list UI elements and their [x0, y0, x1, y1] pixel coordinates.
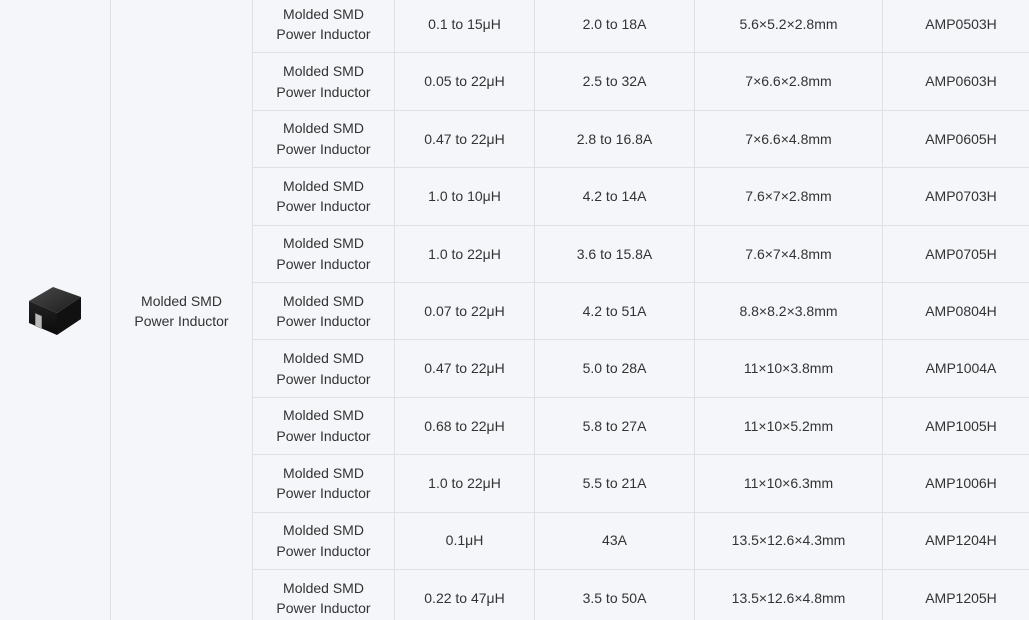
type-line1: Molded SMD — [283, 5, 364, 22]
type-line2: Power Inductor — [276, 485, 371, 502]
part-number-cell: AMP1006H — [882, 454, 1029, 513]
inductance-cell: 1.0 to 22μH — [394, 454, 535, 513]
type-cell: Molded SMD Power Inductor — [252, 454, 395, 513]
type-line1: Molded SMD — [283, 292, 364, 309]
part-number-cell: AMP1005H — [882, 396, 1029, 456]
type-line2: Power Inductor — [276, 255, 371, 272]
size-cell: 13.5×12.6×4.8mm — [694, 568, 883, 620]
size-cell: 7.6×7×4.8mm — [694, 224, 883, 283]
current-cell: 3.5 to 50A — [534, 568, 695, 620]
type-line2: Power Inductor — [276, 427, 371, 444]
current-cell: 3.6 to 15.8A — [534, 224, 695, 283]
part-number-cell: AMP0705H — [882, 224, 1029, 283]
size-cell: 11×10×5.2mm — [694, 396, 883, 456]
type-line2: Power Inductor — [276, 542, 371, 559]
inductance-cell: 0.07 to 22μH — [394, 281, 535, 341]
type-line2: Power Inductor — [276, 83, 371, 100]
part-number-cell: AMP1205H — [882, 568, 1029, 620]
category-label-line2: Power Inductor — [134, 313, 229, 330]
type-line2: Power Inductor — [276, 600, 371, 617]
type-line1: Molded SMD — [283, 579, 364, 596]
type-cell: Molded SMD Power Inductor — [252, 224, 395, 283]
type-line1: Molded SMD — [283, 350, 364, 367]
type-cell: Molded SMD Power Inductor — [252, 511, 395, 570]
type-line1: Molded SMD — [283, 177, 364, 194]
inductance-cell: 1.0 to 22μH — [394, 224, 535, 283]
inductance-cell: 1.0 to 10μH — [394, 167, 535, 226]
part-number-cell: AMP1004A — [882, 339, 1029, 398]
current-cell: 2.0 to 18A — [534, 0, 695, 54]
spec-table-body: Molded SMD Power Inductor Molded SMD Powe… — [0, 0, 1029, 620]
size-cell: 13.5×12.6×4.3mm — [694, 511, 883, 570]
part-number-cell: AMP0603H — [882, 52, 1029, 111]
size-cell: 7×6.6×2.8mm — [694, 52, 883, 111]
category-cell: Molded SMD Power Inductor — [110, 0, 253, 620]
inductance-cell: 0.47 to 22μH — [394, 109, 535, 169]
part-number-cell: AMP0804H — [882, 281, 1029, 341]
current-cell: 4.2 to 14A — [534, 167, 695, 226]
type-line1: Molded SMD — [283, 522, 364, 539]
type-line1: Molded SMD — [283, 464, 364, 481]
molded-smd-inductor-image — [29, 287, 81, 336]
inductance-cell: 0.68 to 22μH — [394, 396, 535, 456]
inductance-cell: 0.1 to 15μH — [394, 0, 535, 54]
size-cell: 11×10×6.3mm — [694, 454, 883, 513]
part-number-cell: AMP0703H — [882, 167, 1029, 226]
size-cell: 11×10×3.8mm — [694, 339, 883, 398]
current-cell: 2.8 to 16.8A — [534, 109, 695, 169]
inductance-cell: 0.1μH — [394, 511, 535, 570]
size-cell: 5.6×5.2×2.8mm — [694, 0, 883, 54]
inductance-cell: 0.05 to 22μH — [394, 52, 535, 111]
type-cell: Molded SMD Power Inductor — [252, 109, 395, 169]
current-cell: 2.5 to 32A — [534, 52, 695, 111]
part-number-cell: AMP0503H — [882, 0, 1029, 54]
type-cell: Molded SMD Power Inductor — [252, 339, 395, 398]
table-row: Molded SMD Power Inductor Molded SMD Powe… — [0, 0, 1029, 620]
type-line2: Power Inductor — [276, 313, 371, 330]
type-line1: Molded SMD — [283, 120, 364, 137]
type-line2: Power Inductor — [276, 198, 371, 215]
type-line1: Molded SMD — [283, 63, 364, 80]
type-cell: Molded SMD Power Inductor — [252, 0, 395, 54]
type-cell: Molded SMD Power Inductor — [252, 281, 395, 341]
current-cell: 43A — [534, 511, 695, 570]
current-cell: 5.0 to 28A — [534, 339, 695, 398]
product-spec-table: Molded SMD Power Inductor Molded SMD Powe… — [0, 0, 1029, 620]
type-cell: Molded SMD Power Inductor — [252, 568, 395, 620]
part-number-cell: AMP0605H — [882, 109, 1029, 169]
inductance-cell: 0.47 to 22μH — [394, 339, 535, 398]
size-cell: 7.6×7×2.8mm — [694, 167, 883, 226]
type-line2: Power Inductor — [276, 370, 371, 387]
type-cell: Molded SMD Power Inductor — [252, 396, 395, 456]
type-line2: Power Inductor — [276, 140, 371, 157]
current-cell: 5.8 to 27A — [534, 396, 695, 456]
current-cell: 4.2 to 51A — [534, 281, 695, 341]
type-line2: Power Inductor — [276, 26, 371, 43]
size-cell: 8.8×8.2×3.8mm — [694, 281, 883, 341]
inductance-cell: 0.22 to 47μH — [394, 568, 535, 620]
size-cell: 7×6.6×4.8mm — [694, 109, 883, 169]
type-line1: Molded SMD — [283, 407, 364, 424]
product-image-cell — [0, 0, 111, 620]
type-cell: Molded SMD Power Inductor — [252, 52, 395, 111]
type-cell: Molded SMD Power Inductor — [252, 167, 395, 226]
type-line1: Molded SMD — [283, 235, 364, 252]
product-spec-table-container: Molded SMD Power Inductor Molded SMD Powe… — [0, 0, 1029, 620]
current-cell: 5.5 to 21A — [534, 454, 695, 513]
category-label-line1: Molded SMD — [141, 292, 222, 309]
part-number-cell: AMP1204H — [882, 511, 1029, 570]
